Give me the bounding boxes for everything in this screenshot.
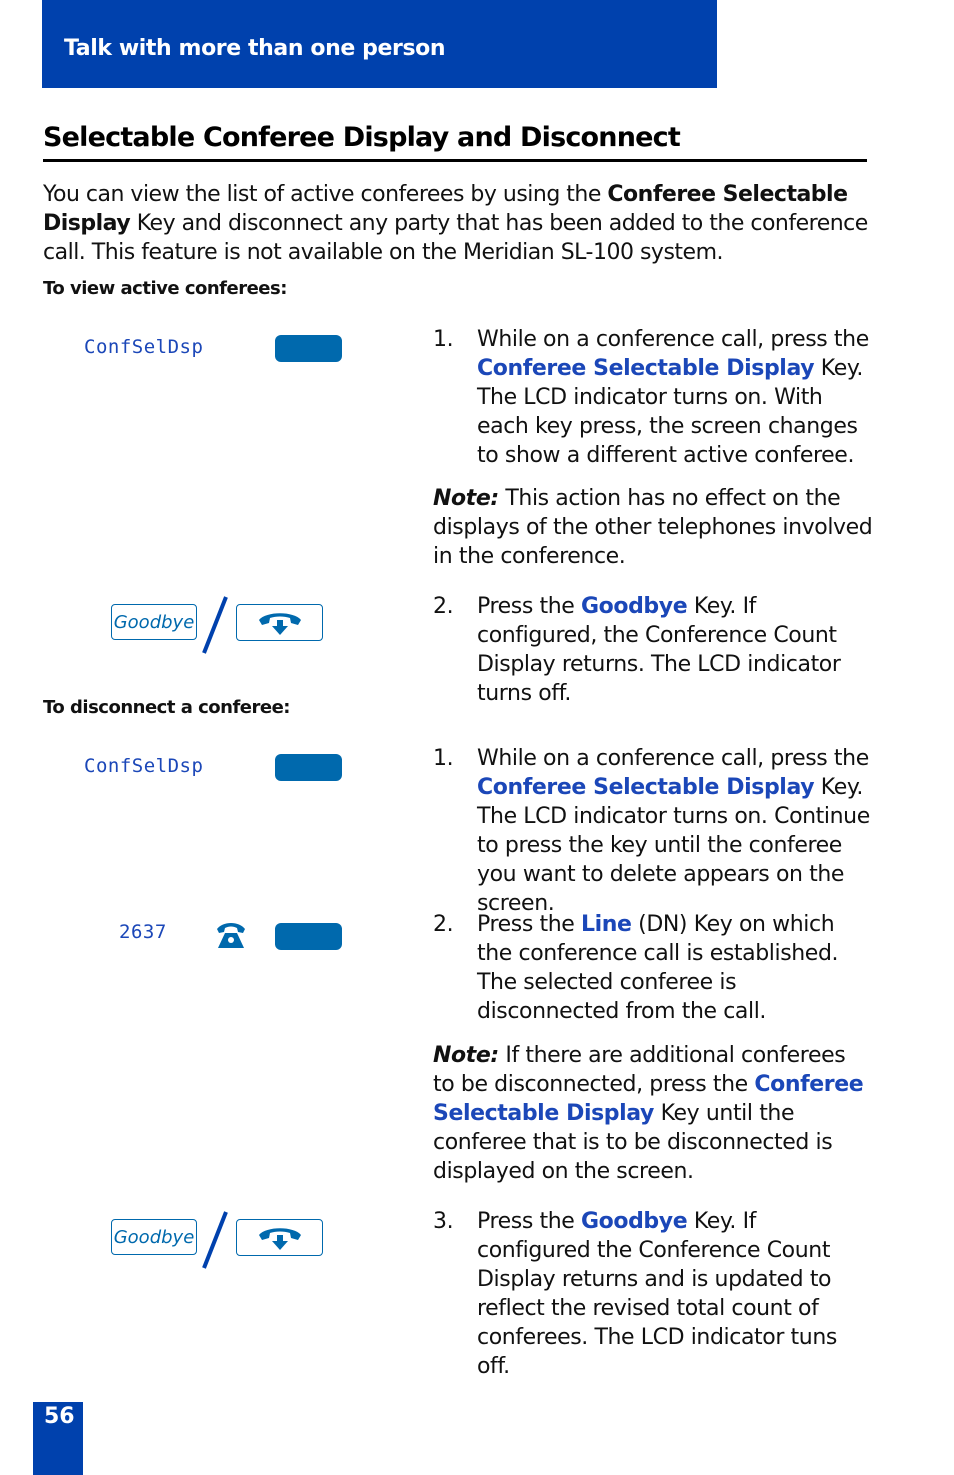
lcd-confseldsp: ConfSelDsp (84, 336, 204, 358)
release-key[interactable] (236, 604, 323, 641)
release-handset-icon (258, 612, 301, 635)
keyword: Goodbye (581, 594, 688, 619)
conf-sel-dsp-key[interactable] (275, 754, 342, 781)
subhead-view: To view active conferees: (43, 278, 287, 299)
view-step-2: 2. Press the Goodbye Key. If configured,… (433, 594, 841, 706)
or-slash-icon (202, 1211, 228, 1269)
keyword: Conferee Selectable Display (477, 775, 815, 800)
disconnect-step-3: 3. Press the Goodbye Key. If configured … (433, 1209, 837, 1379)
chapter-title: Talk with more than one person (64, 36, 446, 61)
view-note: Note: This action has no effect on the d… (433, 486, 873, 569)
title-rule (43, 159, 867, 162)
keyword: Conferee Selectable Display (477, 356, 815, 381)
release-handset-icon (258, 1227, 301, 1250)
disconnect-note: Note: If there are additional conferees … (433, 1043, 864, 1184)
intro-paragraph: You can view the list of active conferee… (43, 182, 868, 265)
keyword: Line (581, 912, 632, 937)
disconnect-step-1: 1. While on a conference call, press the… (433, 746, 870, 916)
lcd-line-dn: 2637 (119, 921, 167, 943)
subhead-disconnect: To disconnect a conferee: (43, 697, 291, 718)
page-number: 56 (44, 1404, 75, 1429)
view-step-1: 1. While on a conference call, press the… (433, 327, 869, 468)
line-key[interactable] (275, 923, 342, 950)
or-slash-icon (202, 596, 228, 654)
goodbye-key[interactable]: Goodbye (111, 1219, 197, 1255)
conf-sel-dsp-key[interactable] (275, 335, 342, 362)
keyword: Goodbye (581, 1209, 688, 1234)
release-key[interactable] (236, 1219, 323, 1256)
goodbye-key[interactable]: Goodbye (111, 604, 197, 640)
section-title: Selectable Conferee Display and Disconne… (43, 122, 681, 153)
telephone-icon (217, 923, 245, 948)
lcd-confseldsp: ConfSelDsp (84, 755, 204, 777)
disconnect-step-2: 2. Press the Line (DN) Key on which the … (433, 912, 839, 1024)
